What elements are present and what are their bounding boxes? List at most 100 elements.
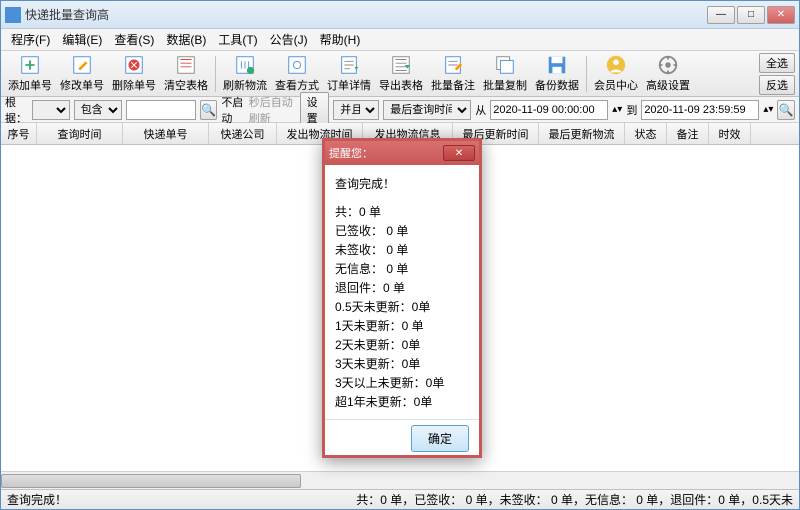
toolbar-detail-button[interactable]: 订单详情 (324, 53, 374, 95)
dialog-body: 查询完成！ 共：0 单已签收： 0 单未签收： 0 单无信息： 0 单退回件：0… (325, 165, 479, 419)
column-header[interactable]: 查询时间 (37, 123, 123, 144)
toolbar-copy-button[interactable]: 批量复制 (480, 53, 530, 95)
titlebar: 快递批量查询高 — □ ✕ (1, 1, 799, 29)
filter-op-select[interactable]: 包含 (74, 100, 122, 120)
toolbar-separator (586, 56, 587, 92)
maximize-button[interactable]: □ (737, 6, 765, 24)
toolbar-label: 导出表格 (379, 77, 423, 93)
toolbar-label: 备份数据 (535, 77, 579, 93)
dialog-line: 超1年未更新：0单 (335, 393, 469, 411)
add-icon (19, 54, 41, 76)
search-button-2[interactable]: 🔍 (777, 100, 795, 120)
toolbar: 添加单号修改单号删除单号清空表格刷新物流查看方式订单详情导出表格批量备注批量复制… (1, 51, 799, 97)
filter-logic-select[interactable]: 并且 (333, 100, 379, 120)
detail-icon (338, 54, 360, 76)
column-header[interactable]: 快递单号 (123, 123, 209, 144)
toolbar-member-button[interactable]: 会员中心 (591, 53, 641, 95)
status-bar: 查询完成！ 共：0 单，已签收： 0 单，未签收： 0 单，无信息： 0 单，退… (1, 489, 799, 509)
view-icon (286, 54, 308, 76)
dialog-line: 已签收： 0 单 (335, 222, 469, 240)
column-header[interactable]: 时效 (709, 123, 751, 144)
toolbar-add-button[interactable]: 添加单号 (5, 53, 55, 95)
date-to-input[interactable] (641, 100, 759, 120)
column-header[interactable]: 最后更新物流 (539, 123, 625, 144)
column-header[interactable]: 序号 (1, 123, 37, 144)
menu-item[interactable]: 帮助(H) (314, 29, 367, 50)
toolbar-label: 会员中心 (594, 77, 638, 93)
toolbar-label: 添加单号 (8, 77, 52, 93)
toolbar-note-button[interactable]: 批量备注 (428, 53, 478, 95)
window-buttons: — □ ✕ (707, 6, 795, 24)
save-icon (546, 54, 568, 76)
edit-icon (71, 54, 93, 76)
to-label: 到 (626, 102, 637, 118)
column-header[interactable]: 状态 (625, 123, 667, 144)
del-icon (123, 54, 145, 76)
dialog-title: 提醒您： (329, 145, 443, 161)
toolbar-edit-button[interactable]: 修改单号 (57, 53, 107, 95)
toolbar-export-button[interactable]: 导出表格 (376, 53, 426, 95)
no-start-label: 不启动 (221, 94, 244, 126)
auto-refresh-label: 秒后自动刷新 (249, 94, 296, 126)
menu-item[interactable]: 程序(F) (5, 29, 56, 50)
scrollbar-thumb[interactable] (1, 474, 301, 488)
dialog-close-button[interactable]: ✕ (443, 145, 475, 161)
toolbar-label: 订单详情 (327, 77, 371, 93)
ok-button[interactable]: 确定 (411, 425, 469, 452)
toolbar-del-button[interactable]: 删除单号 (109, 53, 159, 95)
minimize-button[interactable]: — (707, 6, 735, 24)
search-button[interactable]: 🔍 (200, 100, 218, 120)
toolbar-label: 刷新物流 (223, 77, 267, 93)
select-buttons: 全选反选 (759, 53, 795, 95)
menu-item[interactable]: 工具(T) (212, 29, 263, 50)
from-label: 从 (475, 102, 486, 118)
window-title: 快递批量查询高 (25, 6, 707, 23)
menu-item[interactable]: 查看(S) (108, 29, 160, 50)
toolbar-label: 删除单号 (112, 77, 156, 93)
column-header[interactable]: 备注 (667, 123, 709, 144)
dialog-line (335, 412, 469, 419)
dialog-line: 3天以上未更新：0单 (335, 374, 469, 392)
date-stepper-icon[interactable]: ▴▾ (763, 104, 773, 115)
dialog-line: 1天未更新：0 单 (335, 317, 469, 335)
menu-item[interactable]: 数据(B) (160, 29, 212, 50)
toolbar-label: 修改单号 (60, 77, 104, 93)
menu-item[interactable]: 公告(J) (264, 29, 314, 50)
filter-value-input[interactable] (126, 100, 196, 120)
dialog-done-text: 查询完成！ (335, 175, 469, 193)
horizontal-scrollbar[interactable] (1, 471, 799, 489)
dialog-line: 无信息： 0 单 (335, 260, 469, 278)
toolbar-settings-button[interactable]: 高级设置 (643, 53, 693, 95)
dialog-line: 未签收： 0 单 (335, 241, 469, 259)
clear-icon (175, 54, 197, 76)
select-button[interactable]: 反选 (759, 75, 795, 95)
toolbar-view-button[interactable]: 查看方式 (272, 53, 322, 95)
app-icon (5, 7, 21, 23)
dialog-line: 共：0 单 (335, 203, 469, 221)
status-left: 查询完成！ (7, 491, 67, 508)
toolbar-label: 批量复制 (483, 77, 527, 93)
column-header[interactable]: 快递公司 (209, 123, 277, 144)
toolbar-refresh-button[interactable]: 刷新物流 (220, 53, 270, 95)
toolbar-label: 清空表格 (164, 77, 208, 93)
settings-icon (657, 54, 679, 76)
toolbar-label: 查看方式 (275, 77, 319, 93)
menu-item[interactable]: 编辑(E) (56, 29, 108, 50)
select-button[interactable]: 全选 (759, 53, 795, 73)
search-icon: 🔍 (201, 103, 216, 117)
filter-bar: 根据： 包含 🔍 不启动 秒后自动刷新 设置 并且 最后查询时间 从 ▴▾ 到 … (1, 97, 799, 123)
toolbar-clear-button[interactable]: 清空表格 (161, 53, 211, 95)
filter-field-select[interactable] (32, 100, 69, 120)
status-right: 共：0 单，已签收： 0 单，未签收： 0 单，无信息： 0 单，退回件：0 单… (356, 491, 793, 508)
toolbar-save-button[interactable]: 备份数据 (532, 53, 582, 95)
toolbar-separator (215, 56, 216, 92)
date-from-input[interactable] (490, 100, 608, 120)
filter-timefield-select[interactable]: 最后查询时间 (383, 100, 471, 120)
close-button[interactable]: ✕ (767, 6, 795, 24)
member-icon (605, 54, 627, 76)
export-icon (390, 54, 412, 76)
search-icon: 🔍 (779, 103, 794, 117)
dialog-line: 退回件：0 单 (335, 279, 469, 297)
date-stepper-icon[interactable]: ▴▾ (612, 104, 622, 115)
dialog-titlebar: 提醒您： ✕ (325, 141, 479, 165)
